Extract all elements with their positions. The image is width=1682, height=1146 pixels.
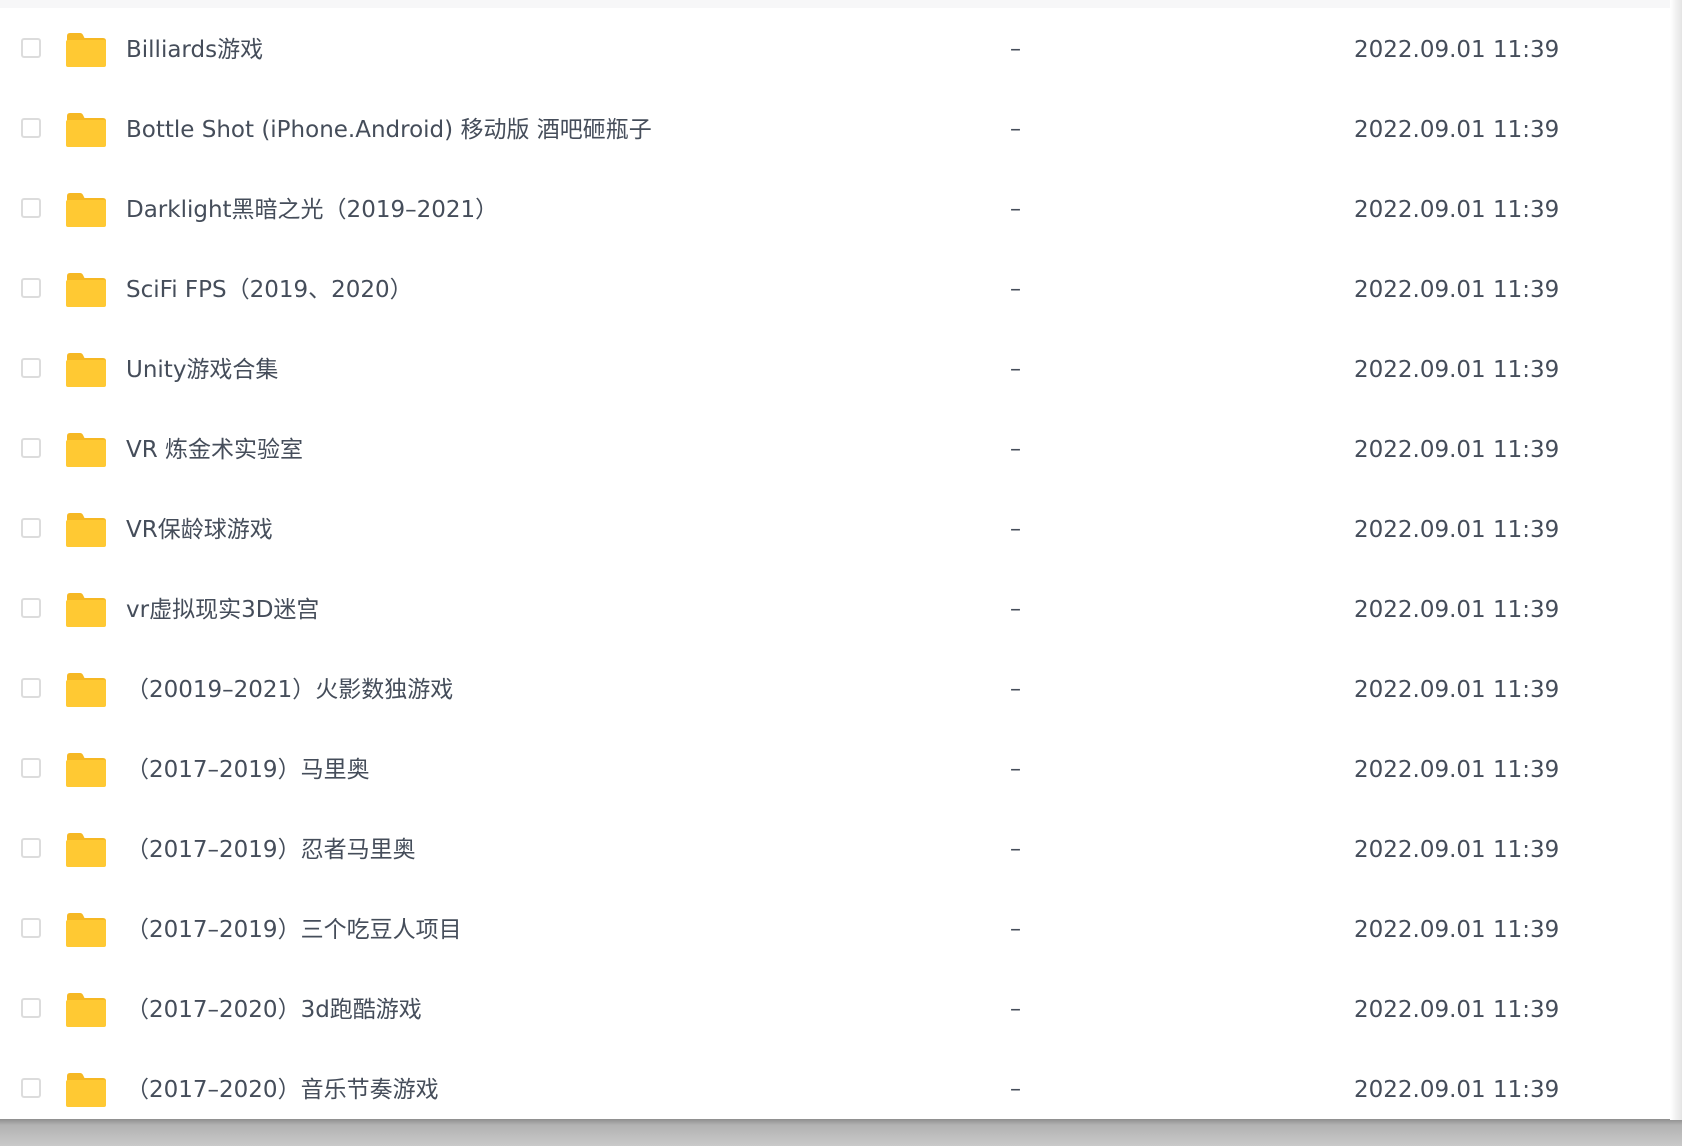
- row-checkbox[interactable]: [21, 998, 41, 1018]
- row-checkbox[interactable]: [21, 1078, 41, 1098]
- file-row[interactable]: （2017–2019）忍者马里奥 – 2022.09.01 11:39: [0, 810, 1670, 890]
- file-browser-screen: Billiards游戏 – 2022.09.01 11:39 Bottle Sh…: [0, 0, 1682, 1146]
- file-name[interactable]: （2017–2019）忍者马里奥: [126, 830, 416, 870]
- row-checkbox[interactable]: [21, 438, 41, 458]
- row-checkbox[interactable]: [21, 38, 41, 58]
- file-name[interactable]: （20019–2021）火影数独游戏: [126, 670, 453, 710]
- file-modified-date: 2022.09.01 11:39: [1354, 37, 1560, 63]
- file-name[interactable]: （2017–2019）马里奥: [126, 750, 370, 790]
- file-name[interactable]: Unity游戏合集: [126, 350, 278, 390]
- file-row[interactable]: VR 炼金术实验室 – 2022.09.01 11:39: [0, 410, 1670, 490]
- file-size: –: [1010, 837, 1021, 862]
- folder-icon[interactable]: [65, 912, 107, 948]
- folder-icon[interactable]: [65, 352, 107, 388]
- file-size: –: [1010, 277, 1021, 302]
- file-modified-date: 2022.09.01 11:39: [1354, 517, 1560, 543]
- folder-icon[interactable]: [65, 512, 107, 548]
- file-size: –: [1010, 517, 1021, 542]
- file-name[interactable]: VR 炼金术实验室: [126, 430, 303, 470]
- file-modified-date: 2022.09.01 11:39: [1354, 197, 1560, 223]
- file-name[interactable]: （2017–2020）音乐节奏游戏: [126, 1070, 439, 1110]
- file-name[interactable]: （2017–2019）三个吃豆人项目: [126, 910, 462, 950]
- file-modified-date: 2022.09.01 11:39: [1354, 757, 1560, 783]
- file-size: –: [1010, 357, 1021, 382]
- file-name[interactable]: Darklight黑暗之光（2019–2021）: [126, 190, 498, 230]
- row-checkbox[interactable]: [21, 198, 41, 218]
- file-modified-date: 2022.09.01 11:39: [1354, 357, 1560, 383]
- folder-icon[interactable]: [65, 752, 107, 788]
- file-name[interactable]: SciFi FPS（2019、2020）: [126, 270, 413, 310]
- file-modified-date: 2022.09.01 11:39: [1354, 1077, 1560, 1103]
- file-size: –: [1010, 677, 1021, 702]
- file-modified-date: 2022.09.01 11:39: [1354, 277, 1560, 303]
- file-modified-date: 2022.09.01 11:39: [1354, 917, 1560, 943]
- file-modified-date: 2022.09.01 11:39: [1354, 837, 1560, 863]
- folder-icon[interactable]: [65, 272, 107, 308]
- row-checkbox[interactable]: [21, 758, 41, 778]
- row-checkbox[interactable]: [21, 598, 41, 618]
- file-row[interactable]: vr虚拟现实3D迷宫 – 2022.09.01 11:39: [0, 570, 1670, 650]
- file-name[interactable]: Bottle Shot (iPhone.Android) 移动版 酒吧砸瓶子: [126, 110, 652, 150]
- file-row[interactable]: （2017–2020）音乐节奏游戏 – 2022.09.01 11:39: [0, 1050, 1670, 1130]
- top-strip: [0, 0, 1670, 8]
- file-row[interactable]: SciFi FPS（2019、2020） – 2022.09.01 11:39: [0, 250, 1670, 330]
- file-modified-date: 2022.09.01 11:39: [1354, 597, 1560, 623]
- file-row[interactable]: Bottle Shot (iPhone.Android) 移动版 酒吧砸瓶子 –…: [0, 90, 1670, 170]
- folder-icon[interactable]: [65, 592, 107, 628]
- folder-icon[interactable]: [65, 992, 107, 1028]
- row-checkbox[interactable]: [21, 358, 41, 378]
- file-row[interactable]: VR保龄球游戏 – 2022.09.01 11:39: [0, 490, 1670, 570]
- folder-icon[interactable]: [65, 432, 107, 468]
- file-size: –: [1010, 917, 1021, 942]
- row-checkbox[interactable]: [21, 838, 41, 858]
- file-size: –: [1010, 437, 1021, 462]
- row-checkbox[interactable]: [21, 118, 41, 138]
- file-name[interactable]: vr虚拟现实3D迷宫: [126, 590, 319, 630]
- bottom-shadow-bar: [0, 1119, 1682, 1146]
- file-row[interactable]: （20019–2021）火影数独游戏 – 2022.09.01 11:39: [0, 650, 1670, 730]
- file-row[interactable]: （2017–2019）三个吃豆人项目 – 2022.09.01 11:39: [0, 890, 1670, 970]
- row-checkbox[interactable]: [21, 678, 41, 698]
- file-row[interactable]: （2017–2019）马里奥 – 2022.09.01 11:39: [0, 730, 1670, 810]
- file-row[interactable]: Unity游戏合集 – 2022.09.01 11:39: [0, 330, 1670, 410]
- file-size: –: [1010, 197, 1021, 222]
- file-modified-date: 2022.09.01 11:39: [1354, 437, 1560, 463]
- file-name[interactable]: （2017–2020）3d跑酷游戏: [126, 990, 422, 1030]
- file-row[interactable]: （2017–2020）3d跑酷游戏 – 2022.09.01 11:39: [0, 970, 1670, 1050]
- file-row[interactable]: Darklight黑暗之光（2019–2021） – 2022.09.01 11…: [0, 170, 1670, 250]
- file-size: –: [1010, 757, 1021, 782]
- file-name[interactable]: VR保龄球游戏: [126, 510, 273, 550]
- folder-icon[interactable]: [65, 832, 107, 868]
- file-size: –: [1010, 997, 1021, 1022]
- folder-icon[interactable]: [65, 672, 107, 708]
- file-modified-date: 2022.09.01 11:39: [1354, 997, 1560, 1023]
- file-list: Billiards游戏 – 2022.09.01 11:39 Bottle Sh…: [0, 10, 1670, 1130]
- folder-icon[interactable]: [65, 112, 107, 148]
- folder-icon[interactable]: [65, 32, 107, 68]
- row-checkbox[interactable]: [21, 278, 41, 298]
- file-modified-date: 2022.09.01 11:39: [1354, 677, 1560, 703]
- file-size: –: [1010, 1077, 1021, 1102]
- folder-icon[interactable]: [65, 1072, 107, 1108]
- file-size: –: [1010, 117, 1021, 142]
- folder-icon[interactable]: [65, 192, 107, 228]
- file-row[interactable]: Billiards游戏 – 2022.09.01 11:39: [0, 10, 1670, 90]
- file-size: –: [1010, 37, 1021, 62]
- row-checkbox[interactable]: [21, 918, 41, 938]
- file-name[interactable]: Billiards游戏: [126, 30, 263, 70]
- file-modified-date: 2022.09.01 11:39: [1354, 117, 1560, 143]
- file-size: –: [1010, 597, 1021, 622]
- row-checkbox[interactable]: [21, 518, 41, 538]
